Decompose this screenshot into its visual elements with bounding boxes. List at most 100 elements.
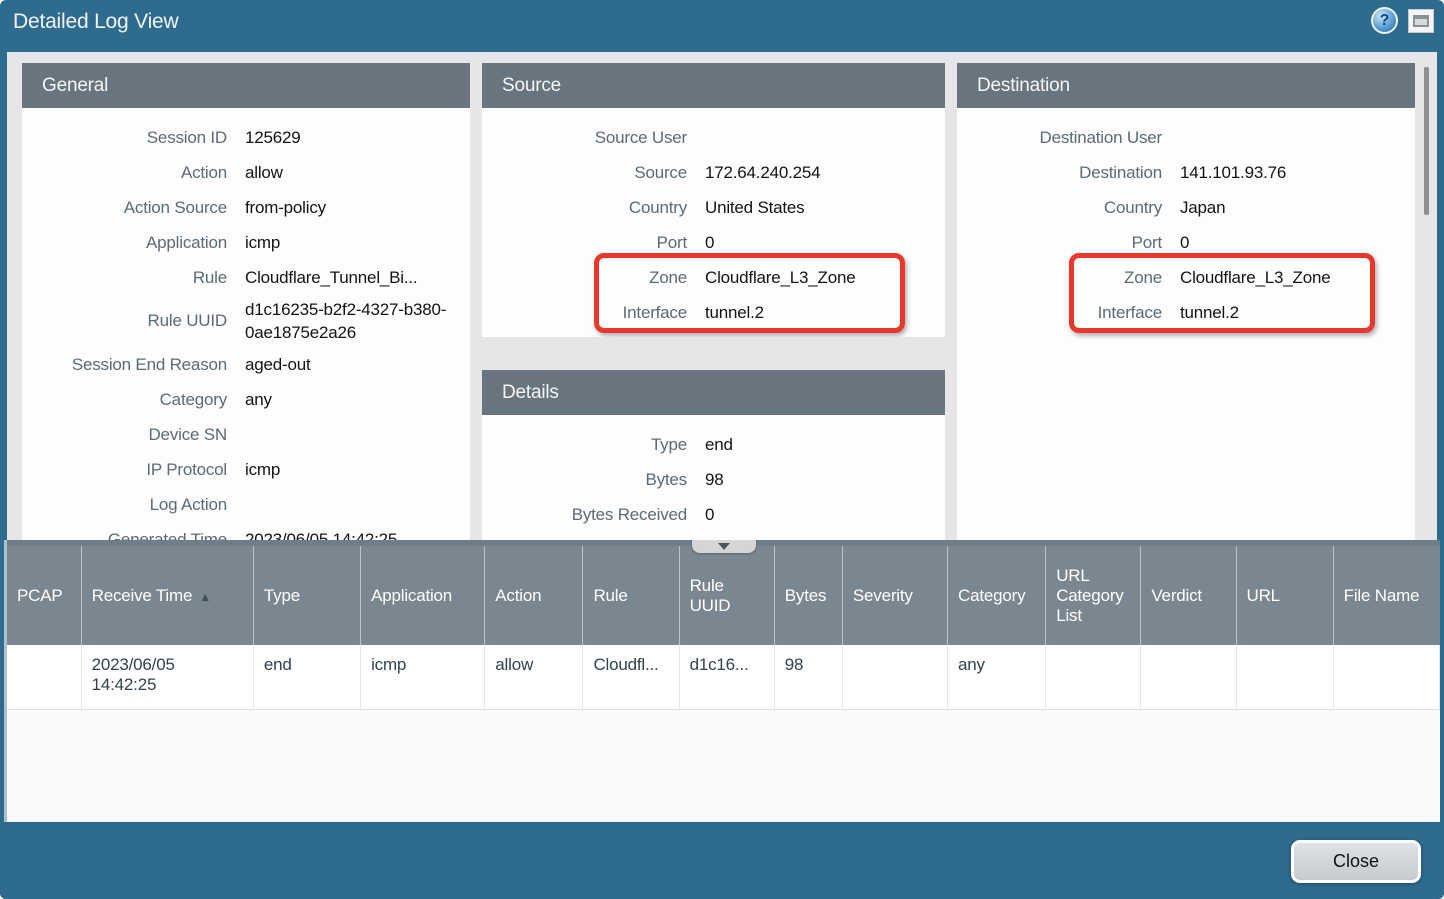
field-label: Country xyxy=(482,198,687,218)
column-header-url-category-list[interactable]: URL Category List xyxy=(1046,546,1141,645)
field-row: Source 172.64.240.254 xyxy=(482,155,945,190)
log-cell-file-name xyxy=(1333,645,1439,709)
log-table-section: PCAPReceive Time▲TypeApplicationActionRu… xyxy=(4,540,1440,822)
column-header-pcap[interactable]: PCAP xyxy=(7,546,81,645)
dialog-footer: Close xyxy=(0,822,1444,899)
help-icon[interactable]: ? xyxy=(1371,7,1398,34)
field-label: Destination xyxy=(957,163,1162,183)
field-label: Log Action xyxy=(22,495,227,515)
field-row: Country Japan xyxy=(957,190,1415,225)
general-panel: General Session ID 125629 Action allow A… xyxy=(22,63,470,540)
column-header-url[interactable]: URL xyxy=(1236,546,1333,645)
field-value: any xyxy=(245,385,455,414)
log-cell-category: any xyxy=(948,645,1046,709)
field-value: 172.64.240.254 xyxy=(705,158,915,187)
field-row: Bytes Received 0 xyxy=(482,497,945,532)
panel-table-divider xyxy=(7,540,1440,546)
field-value: Cloudflare_L3_Zone xyxy=(705,263,915,292)
field-value: allow xyxy=(245,158,455,187)
field-label: Category xyxy=(22,390,227,410)
window-glyph xyxy=(1413,15,1429,27)
log-cell-rule: Cloudfl... xyxy=(583,645,679,709)
column-label: Severity xyxy=(853,586,913,605)
column-header-file-name[interactable]: File Name xyxy=(1333,546,1439,645)
field-value: 0 xyxy=(705,500,915,529)
log-cell-action: allow xyxy=(485,645,583,709)
field-label: Source User xyxy=(482,128,687,148)
field-row: Zone Cloudflare_L3_Zone xyxy=(957,260,1415,295)
field-row: Bytes 98 xyxy=(482,462,945,497)
field-value: icmp xyxy=(245,228,455,257)
field-label: Action Source xyxy=(22,198,227,218)
column-header-bytes[interactable]: Bytes xyxy=(774,546,842,645)
field-value: 141.101.93.76 xyxy=(1180,158,1390,187)
log-entries-table: PCAPReceive Time▲TypeApplicationActionRu… xyxy=(7,546,1440,710)
column-label: Type xyxy=(264,586,300,605)
log-table-row[interactable]: 2023/06/05 14:42:25endicmpallowCloudfl..… xyxy=(7,645,1440,709)
field-row: Category any xyxy=(22,382,470,417)
field-label: Zone xyxy=(957,268,1162,288)
collapse-handle[interactable] xyxy=(692,540,756,553)
log-cell-application: icmp xyxy=(361,645,485,709)
field-label: Rule UUID xyxy=(22,311,227,331)
field-value: aged-out xyxy=(245,350,455,379)
highlight-group: Zone Cloudflare_L3_Zone Interface tunnel… xyxy=(482,260,945,330)
log-table-header-row: PCAPReceive Time▲TypeApplicationActionRu… xyxy=(7,546,1440,645)
field-row: Rule Cloudflare_Tunnel_Bi... xyxy=(22,260,470,295)
field-label: Source xyxy=(482,163,687,183)
log-cell-bytes: 98 xyxy=(774,645,842,709)
log-cell-severity xyxy=(842,645,947,709)
highlight-group: Zone Cloudflare_L3_Zone Interface tunnel… xyxy=(957,260,1415,330)
general-panel-body: Session ID 125629 Action allow Action So… xyxy=(22,108,470,540)
field-label: Session End Reason xyxy=(22,355,227,375)
field-row: Session End Reason aged-out xyxy=(22,347,470,382)
log-detail-panels: General Session ID 125629 Action allow A… xyxy=(7,52,1437,540)
field-value: Cloudflare_L3_Zone xyxy=(1180,263,1390,292)
field-label: Zone xyxy=(482,268,687,288)
field-row: Interface tunnel.2 xyxy=(957,295,1415,330)
column-label: Application xyxy=(371,586,452,605)
window-restore-icon[interactable] xyxy=(1408,9,1434,33)
destination-panel-title: Destination xyxy=(957,63,1415,108)
field-row: Interface tunnel.2 xyxy=(482,295,945,330)
column-header-verdict[interactable]: Verdict xyxy=(1141,546,1236,645)
destination-panel-body: Destination User Destination 141.101.93.… xyxy=(957,108,1415,540)
field-label: Country xyxy=(957,198,1162,218)
field-row: Device SN xyxy=(22,417,470,452)
field-label: IP Protocol xyxy=(22,460,227,480)
column-header-type[interactable]: Type xyxy=(253,546,360,645)
field-value: from-policy xyxy=(245,193,455,222)
log-cell-type: end xyxy=(253,645,360,709)
column-header-severity[interactable]: Severity xyxy=(842,546,947,645)
field-label: Rule xyxy=(22,268,227,288)
field-row: Session ID 125629 xyxy=(22,120,470,155)
field-row: Port 0 xyxy=(482,225,945,260)
field-label: Action xyxy=(22,163,227,183)
page-title: Detailed Log View xyxy=(13,10,179,34)
field-value: 125629 xyxy=(245,123,455,152)
field-row: Country United States xyxy=(482,190,945,225)
column-header-rule[interactable]: Rule xyxy=(583,546,679,645)
vertical-scrollbar-thumb[interactable] xyxy=(1424,67,1429,215)
field-label: Destination User xyxy=(957,128,1162,148)
field-label: Bytes xyxy=(482,470,687,490)
field-label: Port xyxy=(957,233,1162,253)
field-row: Destination 141.101.93.76 xyxy=(957,155,1415,190)
general-panel-title: General xyxy=(22,63,470,108)
field-label: Bytes Received xyxy=(482,505,687,525)
field-value: 2023/06/05 14:42:25 xyxy=(245,525,455,540)
column-label: Receive Time xyxy=(92,586,193,605)
column-header-receive-time[interactable]: Receive Time▲ xyxy=(81,546,253,645)
column-header-action[interactable]: Action xyxy=(485,546,583,645)
field-label: Generated Time xyxy=(22,530,227,541)
field-value xyxy=(705,135,915,141)
field-row: Port 0 xyxy=(957,225,1415,260)
source-panel: Source Source User Source 172.64.240.254… xyxy=(482,63,945,337)
field-value: end xyxy=(705,430,915,459)
column-header-category[interactable]: Category xyxy=(948,546,1046,645)
column-header-rule-uuid[interactable]: Rule UUID xyxy=(679,546,774,645)
field-row: Rule UUID d1c16235-b2f2-4327-b380-0ae187… xyxy=(22,295,470,347)
field-label: Interface xyxy=(957,303,1162,323)
column-header-application[interactable]: Application xyxy=(361,546,485,645)
close-button[interactable]: Close xyxy=(1291,840,1421,883)
